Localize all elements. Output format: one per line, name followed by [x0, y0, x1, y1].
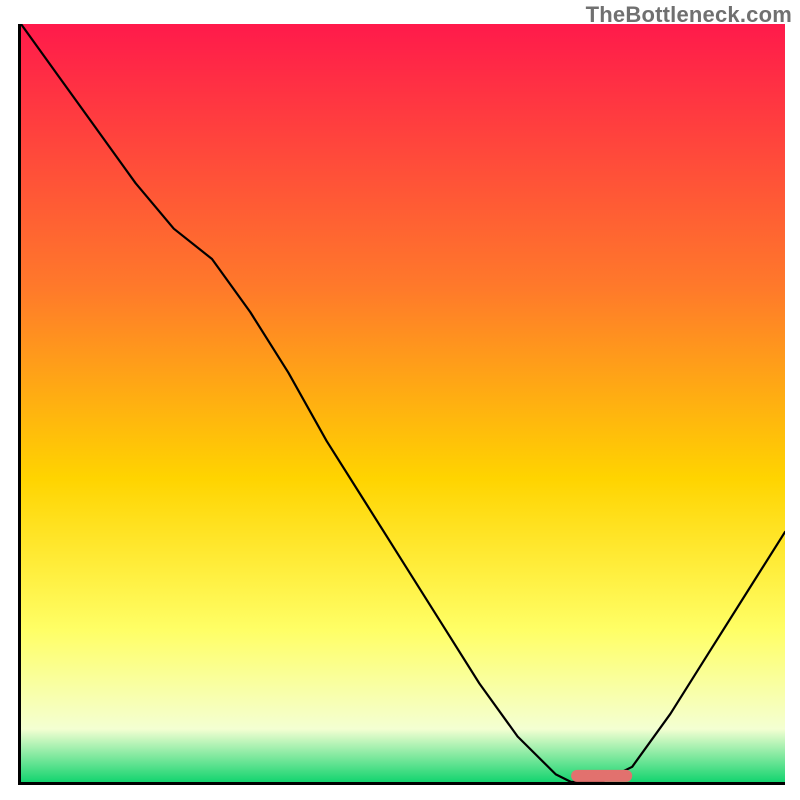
chart-stage: TheBottleneck.com: [0, 0, 800, 800]
plot-area: [18, 24, 785, 785]
gradient-background: [21, 24, 785, 782]
chart-svg: [21, 24, 785, 782]
optimal-range-marker: [571, 770, 632, 782]
watermark-text: TheBottleneck.com: [586, 2, 792, 28]
